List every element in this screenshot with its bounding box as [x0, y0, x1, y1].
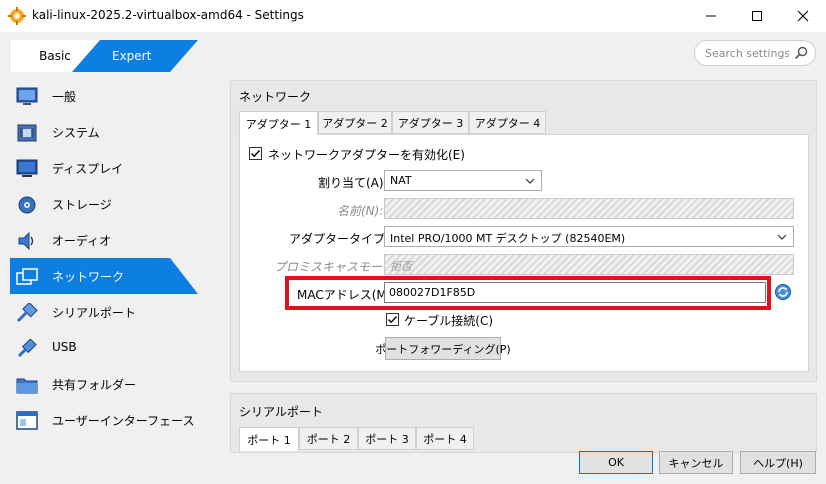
ok-button[interactable]: OK	[579, 451, 653, 474]
network-icon	[16, 268, 38, 285]
display-icon	[16, 159, 38, 177]
tab-label: アダプター 1	[245, 117, 312, 131]
sidebar-item-system[interactable]: システム	[10, 114, 230, 150]
promiscuous-mode-select-disabled: 拒否	[384, 254, 794, 275]
sidebar-item-display[interactable]: ディスプレイ	[10, 150, 230, 186]
checkmark-icon	[251, 150, 261, 158]
monitor-general-icon	[16, 87, 38, 105]
sidebar-item-label: ユーザーインターフェース	[52, 414, 195, 428]
sidebar-item-label: オーディオ	[52, 234, 112, 248]
sidebar-item-serial-ports[interactable]: シリアルポート	[10, 294, 230, 330]
help-label: ヘルプ(H)	[753, 456, 803, 470]
sidebar-item-storage[interactable]: ストレージ	[10, 186, 230, 222]
settings-scrollbar[interactable]	[817, 80, 826, 450]
adapter-type-value: Intel PRO/1000 MT デスクトップ (82540EM)	[390, 232, 626, 245]
tab-label: ポート 4	[423, 432, 467, 446]
sidebar-item-shared-folders[interactable]: 共有フォルダー	[10, 366, 230, 402]
enable-adapter-label: ネットワークアダプターを有効化(E)	[268, 148, 465, 162]
tab-label: ポート 2	[306, 432, 351, 446]
sidebar-item-network[interactable]: ネットワーク	[10, 258, 230, 294]
usb-icon	[17, 339, 37, 358]
close-button[interactable]	[780, 0, 826, 32]
window-title: kali-linux-2025.2-virtualbox-amd64 - Set…	[32, 8, 304, 22]
ok-label: OK	[608, 456, 624, 469]
tab-adapter-1[interactable]: アダプター 1	[239, 111, 318, 135]
search-box[interactable]	[694, 40, 816, 66]
sidebar-item-general[interactable]: 一般	[10, 78, 230, 114]
basic-mode-label: Basic	[39, 49, 71, 63]
help-button[interactable]: ヘルプ(H)	[740, 451, 816, 474]
maximize-button[interactable]	[734, 0, 780, 32]
sidebar-item-usb[interactable]: USB	[10, 330, 230, 366]
sidebar-item-audio[interactable]: オーディオ	[10, 222, 230, 258]
chip-system-icon	[17, 124, 37, 142]
attached-to-label: 割り当て(A):	[318, 176, 388, 190]
mac-address-input[interactable]	[384, 282, 766, 303]
refresh-mac-icon[interactable]	[774, 283, 792, 301]
serial-port-icon	[16, 303, 38, 323]
attached-to-select[interactable]: NAT	[384, 170, 542, 191]
mac-address-label: MACアドレス(M):	[297, 288, 396, 302]
sidebar-item-label: システム	[52, 126, 100, 140]
tab-port-3[interactable]: ポート 3	[358, 427, 416, 450]
adapter-type-select[interactable]: Intel PRO/1000 MT デスクトップ (82540EM)	[384, 226, 794, 247]
tab-port-2[interactable]: ポート 2	[299, 427, 358, 450]
tab-label: アダプター 4	[474, 116, 541, 130]
sidebar-item-label: ネットワーク	[52, 270, 125, 284]
tab-adapter-2[interactable]: アダプター 2	[318, 111, 392, 134]
port-forwarding-button[interactable]: ポートフォワーディング(P)	[375, 337, 511, 360]
tab-label: アダプター 2	[322, 116, 388, 130]
chevron-down-icon	[525, 178, 535, 184]
serial-section-title: シリアルポート	[239, 405, 323, 419]
sidebar-item-label: シリアルポート	[52, 306, 136, 320]
minimize-button[interactable]	[688, 0, 734, 32]
cancel-label: キャンセル	[668, 456, 724, 470]
port-forwarding-label: ポートフォワーディング(P)	[375, 342, 511, 356]
expert-mode-label: Expert	[112, 49, 152, 63]
sidebar-item-user-interface[interactable]: ユーザーインターフェース	[10, 402, 230, 438]
minimize-icon	[706, 15, 716, 17]
sidebar-item-label: USB	[52, 340, 77, 354]
tab-label: アダプター 3	[397, 116, 464, 130]
tab-port-1[interactable]: ポート 1	[239, 427, 299, 451]
maximize-icon	[752, 11, 762, 21]
name-label: 名前(N):	[337, 204, 384, 218]
name-select-disabled	[384, 198, 794, 219]
tab-port-4[interactable]: ポート 4	[416, 427, 474, 450]
promiscuous-mode-value: 拒否	[390, 260, 412, 273]
checkmark-icon	[388, 316, 398, 324]
search-icon[interactable]	[793, 45, 809, 61]
cancel-button[interactable]: キャンセル	[659, 451, 733, 474]
cable-connected-checkbox[interactable]	[386, 313, 399, 326]
speaker-audio-icon	[18, 231, 34, 251]
sidebar-item-label: ストレージ	[52, 198, 112, 212]
cable-connected-label: ケーブル接続(C)	[404, 314, 494, 328]
tab-adapter-3[interactable]: アダプター 3	[392, 111, 469, 134]
storage-disk-icon	[18, 196, 36, 214]
sidebar-item-label: 共有フォルダー	[52, 378, 137, 392]
tab-adapter-4[interactable]: アダプター 4	[469, 111, 546, 134]
sidebar-item-label: 一般	[52, 90, 77, 104]
virtualbox-app-icon	[8, 7, 26, 25]
search-input[interactable]	[705, 45, 789, 61]
attached-to-value: NAT	[390, 174, 412, 187]
enable-adapter-checkbox[interactable]	[249, 147, 262, 160]
chevron-down-icon	[777, 234, 787, 240]
user-interface-icon	[16, 411, 38, 430]
close-icon	[797, 10, 809, 22]
sidebar-item-label: ディスプレイ	[52, 162, 124, 176]
shared-folder-icon	[16, 378, 38, 394]
tab-label: ポート 1	[247, 433, 291, 447]
network-section-title: ネットワーク	[239, 90, 312, 104]
tab-label: ポート 3	[365, 432, 409, 446]
